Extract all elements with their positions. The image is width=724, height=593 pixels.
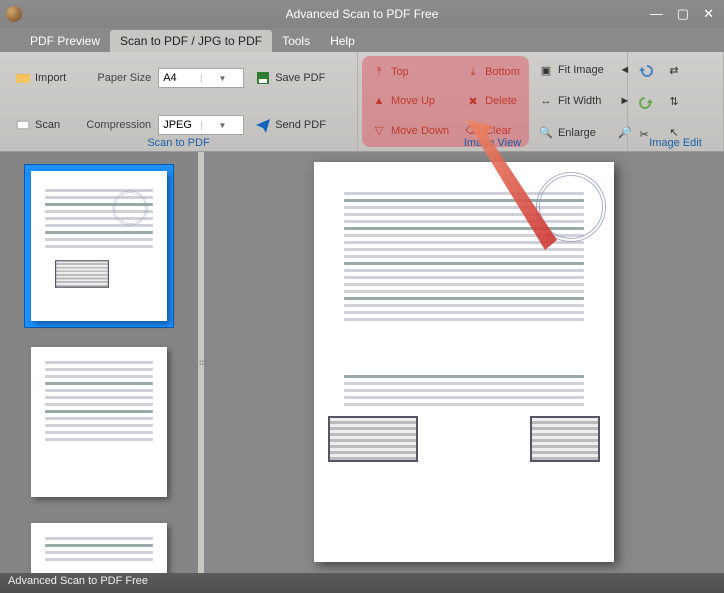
title-bar: Advanced Scan to PDF Free — ▢ ✕ xyxy=(0,0,724,28)
menu-tabs: PDF Preview Scan to PDF / JPG to PDF Too… xyxy=(0,28,724,52)
thumbnail-1[interactable] xyxy=(24,164,174,328)
save-pdf-button[interactable]: Save PDF xyxy=(248,66,333,90)
compression-combo[interactable]: JPEG▼ xyxy=(158,115,244,135)
fit-image-icon: ▣ xyxy=(538,62,554,78)
fit-image-button[interactable]: ▣Fit Image xyxy=(531,58,611,82)
fit-width-button[interactable]: ↔Fit Width xyxy=(531,89,611,113)
compression-label: Compression xyxy=(77,119,155,131)
scan-icon xyxy=(15,117,31,133)
import-button[interactable]: Import xyxy=(8,66,73,90)
reorder-highlight: ⤒Top ▲Move Up ▽Move Down ⤓Bottom ✖Delete… xyxy=(362,56,529,147)
group-scan-label: Scan to PDF xyxy=(0,137,357,149)
thumbnail-2[interactable] xyxy=(24,340,174,504)
bottom-button[interactable]: ⤓Bottom xyxy=(458,60,527,84)
tab-pdf-preview[interactable]: PDF Preview xyxy=(20,30,110,52)
thumbnail-panel[interactable] xyxy=(0,152,198,573)
group-image-edit: ✂ ⇄ ⇅ ↖ Image Edit xyxy=(628,52,724,151)
thumbnail-3[interactable] xyxy=(24,516,174,573)
chevron-down-icon: ▼ xyxy=(201,74,244,83)
save-icon xyxy=(255,70,271,86)
content-area xyxy=(0,152,724,573)
chevron-down-icon: ▼ xyxy=(201,121,244,130)
flip-h-button[interactable]: ⇄ xyxy=(662,58,686,82)
scan-button[interactable]: Scan xyxy=(8,113,73,137)
send-pdf-button[interactable]: Send PDF xyxy=(248,113,333,137)
group-view-label: Image View xyxy=(358,137,627,149)
close-button[interactable]: ✕ xyxy=(703,6,714,22)
flip-h-icon: ⇄ xyxy=(666,62,682,78)
import-icon xyxy=(15,70,31,86)
status-bar: Advanced Scan to PDF Free xyxy=(0,573,724,593)
fit-width-icon: ↔ xyxy=(538,93,554,109)
ribbon: Import Scan Paper Size A4▼ Compression J… xyxy=(0,52,724,152)
up-icon: ▲ xyxy=(371,93,387,109)
group-image-view: ⤒Top ▲Move Up ▽Move Down ⤓Bottom ✖Delete… xyxy=(358,52,628,151)
rotate-left-icon xyxy=(636,61,656,81)
rotate-right-icon xyxy=(636,93,656,113)
paper-size-label: Paper Size xyxy=(77,72,155,84)
flip-v-icon: ⇅ xyxy=(666,93,682,109)
app-icon xyxy=(6,6,22,22)
app-title: Advanced Scan to PDF Free xyxy=(286,7,439,21)
tab-scan-to-pdf[interactable]: Scan to PDF / JPG to PDF xyxy=(110,30,272,52)
bottom-icon: ⤓ xyxy=(465,64,481,80)
minimize-button[interactable]: — xyxy=(650,6,663,22)
rotate-left-button[interactable] xyxy=(632,57,660,85)
send-icon xyxy=(255,117,271,133)
maximize-button[interactable]: ▢ xyxy=(677,6,689,22)
tab-help[interactable]: Help xyxy=(320,30,365,52)
flip-v-button[interactable]: ⇅ xyxy=(662,89,686,113)
top-icon: ⤒ xyxy=(371,64,387,80)
delete-button[interactable]: ✖Delete xyxy=(458,89,527,113)
group-scan-to-pdf: Import Scan Paper Size A4▼ Compression J… xyxy=(0,52,358,151)
delete-icon: ✖ xyxy=(465,93,481,109)
tab-tools[interactable]: Tools xyxy=(272,30,320,52)
paper-size-combo[interactable]: A4▼ xyxy=(158,68,244,88)
group-edit-label: Image Edit xyxy=(628,137,723,149)
preview-panel[interactable] xyxy=(204,152,724,573)
top-button[interactable]: ⤒Top xyxy=(364,60,456,84)
rotate-right-button[interactable] xyxy=(632,89,660,117)
status-text: Advanced Scan to PDF Free xyxy=(8,575,148,587)
page-preview xyxy=(314,162,614,562)
move-up-button[interactable]: ▲Move Up xyxy=(364,89,456,113)
